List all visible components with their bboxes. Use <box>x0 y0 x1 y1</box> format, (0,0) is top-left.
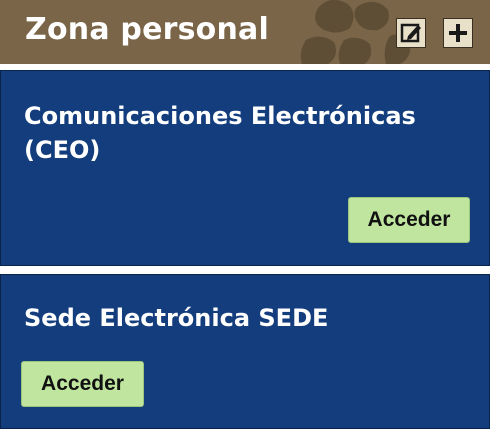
acceder-button[interactable]: Acceder <box>348 197 470 243</box>
card-title: Sede Electrónica SEDE <box>24 304 329 332</box>
edit-button[interactable] <box>396 18 426 48</box>
ceo-card: Comunicaciones Electrónicas (CEO) Accede… <box>0 70 490 266</box>
plus-icon <box>449 24 467 42</box>
page-title: Zona personal <box>25 12 269 47</box>
edit-icon <box>400 23 421 43</box>
personal-zone-header: Zona personal <box>0 0 490 64</box>
acceder-button[interactable]: Acceder <box>21 361 144 407</box>
sede-card: Sede Electrónica SEDE Acceder <box>0 274 490 429</box>
add-button[interactable] <box>443 18 473 48</box>
card-title: Comunicaciones Electrónicas (CEO) <box>24 102 416 164</box>
